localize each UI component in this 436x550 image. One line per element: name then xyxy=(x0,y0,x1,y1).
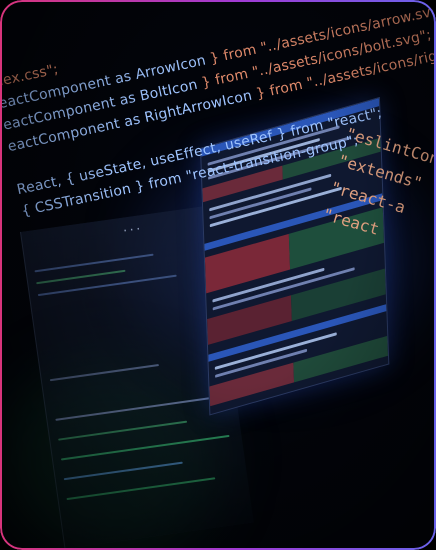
code-editor-photo: ... dex.css"; eactComponent as ArrowIcon… xyxy=(0,0,436,550)
photo-frame: ... dex.css"; eactComponent as ArrowIcon… xyxy=(0,0,436,550)
window-dots: ... xyxy=(120,219,143,235)
